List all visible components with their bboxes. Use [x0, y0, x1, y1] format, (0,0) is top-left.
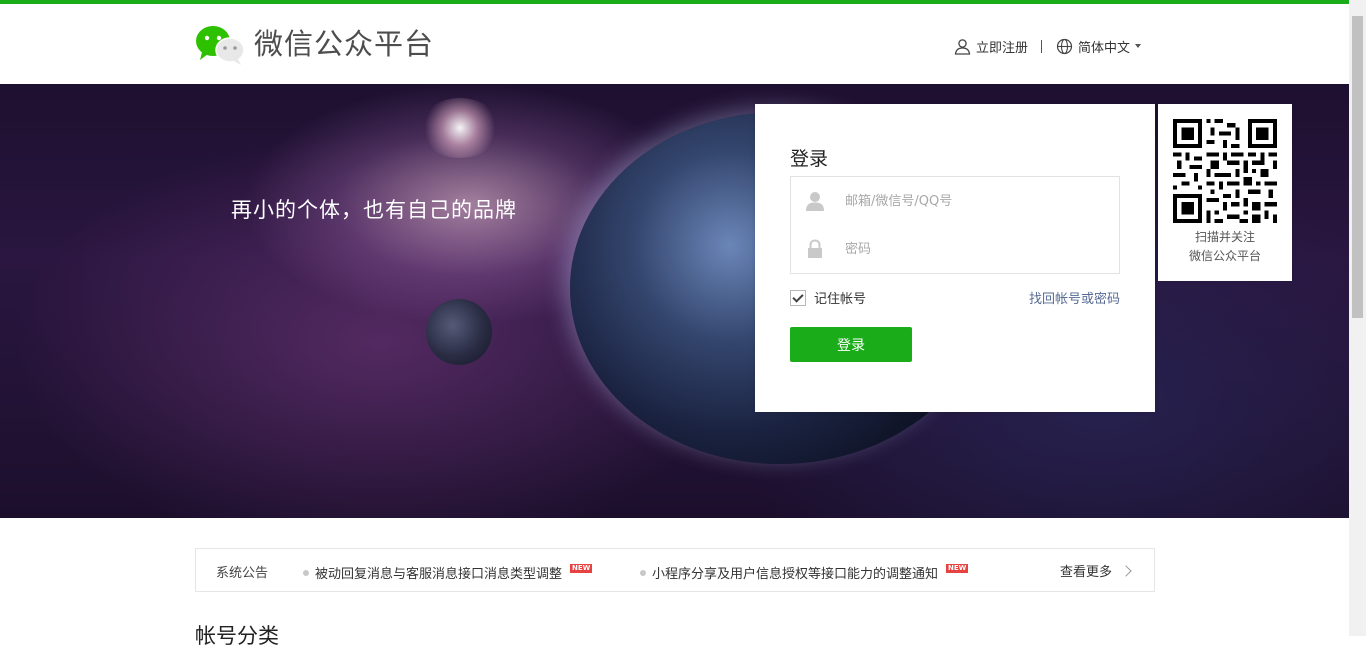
page-scrollbar[interactable]	[1349, 0, 1366, 636]
header-actions: 立即注册 简体中文	[954, 34, 1142, 58]
password-field	[790, 225, 1120, 274]
planet-small-image	[426, 299, 492, 365]
login-title: 登录	[790, 148, 829, 170]
qr-caption-line2: 微信公众平台	[1188, 249, 1261, 263]
qr-caption-line1: 扫描并关注	[1194, 230, 1255, 244]
account-field	[790, 176, 1120, 226]
notice-item[interactable]: 被动回复消息与客服消息接口消息类型调整 NEW	[303, 563, 593, 582]
view-more-label: 查看更多	[1060, 565, 1113, 580]
remember-label: 记住帐号	[814, 292, 867, 307]
notice-item[interactable]: 小程序分享及用户信息授权等接口能力的调整通知 NEW	[640, 563, 969, 582]
qr-panel: 扫描并关注 微信公众平台	[1158, 104, 1292, 281]
view-more-link[interactable]: 查看更多	[1060, 561, 1132, 580]
password-input[interactable]	[845, 225, 1105, 273]
bullet-dot	[640, 569, 646, 576]
wechat-logo[interactable]	[194, 24, 246, 66]
login-button[interactable]: 登录	[790, 327, 912, 362]
system-notice-bar: 系统公告 被动回复消息与客服消息接口消息类型调整 NEW 小程序分享及用户信息授…	[195, 548, 1155, 592]
hero-slogan: 再小的个体，也有自己的品牌	[231, 198, 517, 222]
login-panel: 登录 记住帐号 找回帐号或密码 登录	[755, 104, 1155, 412]
lock-icon	[808, 239, 822, 258]
user-icon	[954, 38, 971, 55]
chevron-down-icon	[1135, 44, 1142, 48]
remember-checkbox[interactable]	[790, 289, 806, 306]
register-label: 立即注册	[976, 40, 1029, 56]
notice-item-text: 小程序分享及用户信息授权等接口能力的调整通知	[652, 567, 939, 582]
notice-item-text: 被动回复消息与客服消息接口消息类型调整	[315, 567, 563, 582]
new-badge: NEW	[946, 564, 969, 573]
globe-icon	[1056, 38, 1073, 54]
remember-account[interactable]: 记住帐号	[790, 288, 866, 307]
notice-label: 系统公告	[216, 566, 269, 581]
language-selector[interactable]: 简体中文	[1056, 37, 1142, 56]
qr-code-image	[1173, 119, 1277, 223]
forgot-account-link[interactable]: 找回帐号或密码	[1029, 288, 1120, 307]
header-divider	[1041, 39, 1043, 53]
bullet-dot	[303, 569, 309, 576]
section-title: 帐号分类	[195, 624, 279, 648]
language-label: 简体中文	[1078, 40, 1131, 56]
chevron-right-icon	[1120, 564, 1132, 577]
register-link[interactable]: 立即注册	[954, 37, 1028, 56]
user-icon	[806, 192, 824, 211]
site-header: 微信公众平台 立即注册 简体中文	[0, 4, 1349, 84]
scrollbar-thumb[interactable]	[1352, 16, 1363, 318]
account-input[interactable]	[845, 177, 1105, 225]
brand-title: 微信公众平台	[254, 27, 435, 61]
nebula-glow	[420, 98, 500, 158]
new-badge: NEW	[570, 564, 593, 573]
hero-banner: 再小的个体，也有自己的品牌 登录 记住帐号 找回帐号或密码 登录	[0, 84, 1349, 518]
